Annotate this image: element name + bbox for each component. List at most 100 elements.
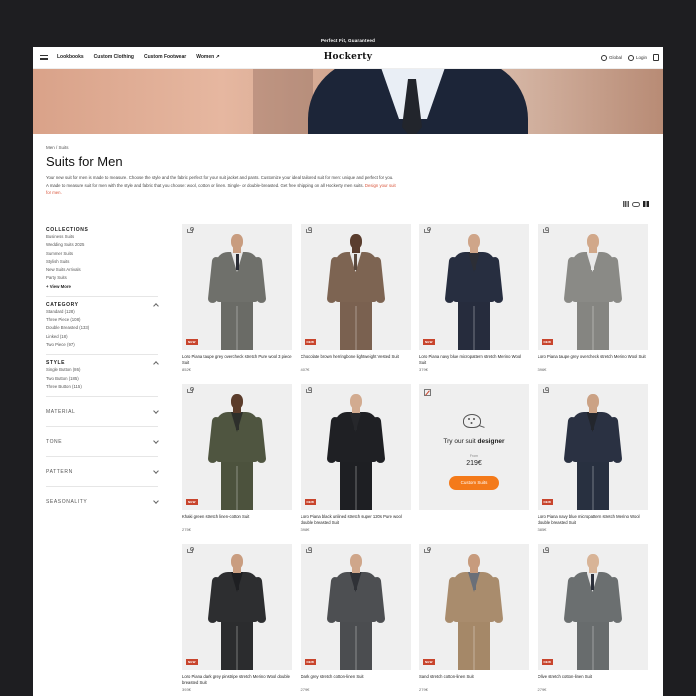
- product-card[interactable]: NEW Loro Piana taupe grey overcheck stret…: [537, 224, 648, 372]
- product-card[interactable]: NEW Loro Piana dark grey pinstripe stretc…: [182, 544, 292, 692]
- suit-designer-card[interactable]: Try our suit designer From 219€ Custom Suit…: [419, 384, 529, 510]
- globe-icon: [600, 54, 607, 61]
- model-tie: [591, 254, 594, 270]
- product-card[interactable]: NEW Loro Piana black unlined stretch supe…: [300, 384, 411, 532]
- product-card[interactable]: NEW Khaki green stretch linen-cotton Suit…: [182, 384, 292, 532]
- product-name[interactable]: Loro Piana dark grey pinstripe stretch M…: [182, 674, 292, 685]
- new-badge: NEW: [186, 659, 198, 665]
- product-image[interactable]: NEW: [537, 224, 648, 350]
- model-tie: [472, 254, 476, 270]
- model-figure: [204, 390, 270, 510]
- model-tie: [354, 414, 357, 430]
- new-badge: NEW: [186, 499, 198, 505]
- product-image[interactable]: NEW: [300, 224, 411, 350]
- model-head: [231, 554, 243, 569]
- model-head: [468, 554, 480, 569]
- product-name[interactable]: Loro Piana taupe grey overcheck stretch …: [182, 354, 292, 365]
- product-name[interactable]: Loro Piana taupe grey overcheck stretch …: [538, 354, 648, 365]
- product-card[interactable]: NEW Loro Piana navy blue micropattern str…: [419, 224, 529, 372]
- model-tie: [472, 574, 476, 590]
- product-card[interactable]: NEW Sand stretch cotton-linen Suit 279€: [419, 544, 529, 692]
- style-filter-item[interactable]: Single Button (86): [46, 366, 158, 374]
- collections-filter-item[interactable]: Wedding Suits 2025: [46, 241, 158, 249]
- divider: [46, 354, 158, 356]
- hanger-icon: [542, 227, 550, 233]
- model-figure: [441, 230, 507, 350]
- filter-tone[interactable]: TONE: [46, 432, 159, 451]
- product-name[interactable]: Sand stretch cotton-linen Suit: [419, 674, 529, 685]
- product-image[interactable]: NEW: [182, 384, 292, 510]
- product-card[interactable]: NEW Dark grey stretch cotton-linen Suit 27…: [300, 544, 411, 692]
- style-filter-item[interactable]: Three Button (115): [46, 383, 158, 391]
- filter-pattern[interactable]: PATTERN: [46, 462, 159, 481]
- collections-filter-item[interactable]: Stylish Suits: [46, 258, 158, 266]
- product-image[interactable]: NEW: [537, 384, 648, 510]
- model-head: [231, 394, 243, 409]
- page-title: Suits for Men: [46, 154, 123, 169]
- category-filter-item[interactable]: Three Piece (108): [46, 316, 158, 324]
- product-name[interactable]: Olive stretch cotton-linen Suit: [538, 674, 648, 685]
- model-head: [586, 394, 599, 409]
- model-head: [586, 234, 599, 249]
- model-tie: [591, 574, 594, 590]
- model-figure: [323, 230, 389, 350]
- product-image[interactable]: NEW: [182, 544, 292, 670]
- toggle-icon[interactable]: [632, 201, 640, 207]
- model-head: [349, 394, 362, 409]
- login-label: Login: [635, 54, 647, 60]
- new-badge: NEW: [541, 659, 554, 665]
- collections-filter-item[interactable]: Business Suits: [46, 233, 158, 241]
- product-card[interactable]: NEW Olive stretch cotton-linen Suit 279€: [537, 544, 648, 692]
- product-name[interactable]: Khaki green stretch linen-cotton Suit: [182, 514, 292, 525]
- new-badge: NEW: [423, 659, 435, 665]
- style-filter-item[interactable]: Two Button (185): [46, 375, 158, 383]
- collections-filter-item[interactable]: Summer Suits: [46, 250, 158, 258]
- collections-filter-item[interactable]: Party Suits: [46, 274, 158, 282]
- model-figure: [204, 550, 270, 670]
- breadcrumb[interactable]: Men / Suits: [46, 145, 69, 150]
- hanger-icon: [305, 547, 313, 553]
- category-filter-item[interactable]: Two Piece (97): [46, 341, 158, 349]
- chevron-down-icon: [153, 437, 159, 444]
- view-toggle: [623, 201, 649, 207]
- filter-label: SEASONALITY: [46, 498, 88, 505]
- category-filter-item[interactable]: Linked (18): [46, 333, 158, 341]
- product-name[interactable]: Loro Piana black unlined stretch super 1…: [301, 514, 411, 525]
- product-image[interactable]: NEW: [182, 224, 292, 350]
- product-image[interactable]: NEW: [537, 544, 648, 670]
- global-selector[interactable]: Global: [600, 54, 622, 61]
- product-name[interactable]: Loro Piana navy blue micropattern stretc…: [538, 514, 648, 525]
- hero-shadow: [253, 69, 313, 134]
- view-more-link[interactable]: + View More: [46, 283, 158, 291]
- product-card[interactable]: NEW Loro Piana taupe grey overcheck stret…: [182, 224, 292, 372]
- new-badge: NEW: [304, 499, 317, 505]
- logo[interactable]: Hockerty: [33, 52, 663, 62]
- large-grid-icon[interactable]: [643, 201, 649, 207]
- new-badge: NEW: [541, 499, 554, 505]
- product-price: 396€: [537, 367, 547, 372]
- custom-suits-button[interactable]: Custom Suits: [449, 476, 499, 490]
- product-name[interactable]: Dark grey stretch cotton-linen Suit: [301, 674, 411, 685]
- product-card[interactable]: NEW Chocolate brown herringbone lightweig…: [300, 224, 411, 372]
- filter-material[interactable]: MATERIAL: [46, 402, 159, 421]
- collections-list: Business Suits Wedding Suits 2025 Summer S…: [46, 233, 158, 283]
- category-filter-item[interactable]: Standard (128): [46, 308, 158, 316]
- category-filter-item[interactable]: Double Breasted (133): [46, 324, 158, 332]
- product-name[interactable]: Chocolate brown herringbone lightweight …: [301, 354, 411, 365]
- filter-label: MATERIAL: [46, 408, 76, 415]
- product-image[interactable]: NEW: [419, 544, 529, 670]
- product-image[interactable]: NEW: [300, 384, 411, 510]
- shopping-bag-icon[interactable]: [653, 54, 659, 61]
- product-price: 279€: [300, 687, 310, 692]
- grid-view-icon[interactable]: [623, 201, 629, 207]
- product-name[interactable]: Loro Piana navy blue micropattern stretc…: [419, 354, 529, 365]
- login-link[interactable]: Login: [627, 54, 647, 61]
- product-image[interactable]: NEW: [419, 224, 529, 350]
- model-head: [349, 554, 362, 569]
- filter-seasonality[interactable]: SEASONALITY: [46, 492, 159, 511]
- product-image[interactable]: NEW: [300, 544, 411, 670]
- model-figure: [560, 230, 626, 350]
- global-label: Global: [608, 54, 622, 60]
- collections-filter-item[interactable]: New Suits Arrivals: [46, 266, 158, 274]
- product-card[interactable]: NEW Loro Piana navy blue micropattern str…: [537, 384, 648, 532]
